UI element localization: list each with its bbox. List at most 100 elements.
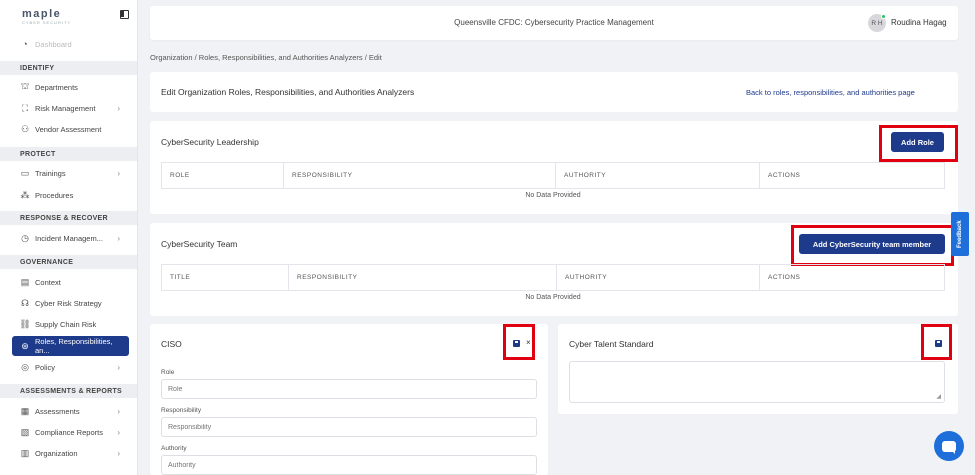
sidebar-item-label: Cyber Risk Strategy <box>35 298 102 308</box>
role-input[interactable] <box>161 379 537 399</box>
sidebar-item-roles[interactable]: ⊛ Roles, Responsibilities, an... <box>12 336 129 356</box>
policy-icon: ◎ <box>21 361 29 372</box>
back-link[interactable]: Back to roles, responsibilities, and aut… <box>746 88 915 97</box>
sidebar-item-label: Departments <box>35 82 78 92</box>
table-header-row: TITLE RESPONSIBILITY AUTHORITY ACTIONS <box>161 264 945 291</box>
document-icon: ▤ <box>20 276 30 287</box>
highlight-box <box>503 324 535 360</box>
sidebar-item-risk-management[interactable]: ⛶ Risk Management › <box>0 98 137 118</box>
risk-icon: ⛶ <box>21 102 29 113</box>
sidebar-item-organization[interactable]: ▥ Organization › <box>0 443 137 463</box>
role-label: Role <box>161 369 175 376</box>
sidebar-item-label: Incident Managem... <box>35 233 103 243</box>
sidebar-item-departments[interactable]: ⛫ Departments <box>0 77 137 97</box>
chevron-right-icon: › <box>117 406 120 416</box>
sidebar-item-label: Supply Chain Risk <box>35 319 97 329</box>
column-header: AUTHORITY <box>556 264 760 291</box>
section-response-recover: RESPONSE & RECOVER <box>0 211 137 225</box>
section-identify: IDENTIFY <box>0 61 137 75</box>
building-icon: ▥ <box>20 447 30 458</box>
sidebar-item-label: Roles, Responsibilities, an... <box>34 337 113 355</box>
empty-state: No Data Provided <box>525 192 581 200</box>
sidebar-item-label: Dashboard <box>35 39 72 49</box>
responsibility-label: Responsibility <box>161 407 202 414</box>
sidebar-item-label: Risk Management <box>35 103 96 113</box>
page-header-card: Edit Organization Roles, Responsibilitie… <box>150 72 958 112</box>
chat-icon <box>942 440 956 454</box>
column-header: ACTIONS <box>759 162 945 189</box>
breadcrumb: Organization / Roles, Responsibilities, … <box>150 53 382 62</box>
ciso-card: CISO × Role Responsibility Authority <box>150 324 548 475</box>
clock-icon: ◷ <box>21 232 29 243</box>
sidebar-item-label: Assessments <box>35 406 80 416</box>
sidebar-item-label: Vendor Assessment <box>35 124 102 134</box>
authority-input[interactable] <box>161 455 537 475</box>
sidebar-item-label: Procedures <box>35 190 74 200</box>
sidebar: maple CYBER SECURITY ◔ Dashboard IDENTIF… <box>0 0 138 475</box>
sidebar-item-label: Context <box>35 277 61 287</box>
sidebar-item-trainings[interactable]: ▭ Trainings › <box>0 163 137 183</box>
section-protect: PROTECT <box>0 147 137 161</box>
table-header-row: ROLE RESPONSIBILITY AUTHORITY ACTIONS <box>161 162 945 189</box>
supply-chain-icon: ⛓ <box>19 318 31 329</box>
assessment-icon: ▦ <box>20 405 30 416</box>
avatar-initials: R H <box>871 19 883 27</box>
page-title: Edit Organization Roles, Responsibilitie… <box>161 87 415 97</box>
leadership-card: CyberSecurity Leadership Add Role ROLE R… <box>150 121 958 214</box>
sidebar-item-incident-management[interactable]: ◷ Incident Managem... › <box>0 228 137 248</box>
sidebar-item-cyber-risk-strategy[interactable]: ☊ Cyber Risk Strategy <box>0 293 137 313</box>
chat-button[interactable] <box>934 431 964 461</box>
training-icon: ▭ <box>20 167 30 178</box>
team-table: TITLE RESPONSIBILITY AUTHORITY ACTIONS N… <box>161 264 945 305</box>
chevron-right-icon: › <box>117 168 120 178</box>
highlight-box <box>879 125 958 162</box>
sidebar-item-label: Policy <box>35 362 56 372</box>
talent-card: Cyber Talent Standard ◢ <box>558 324 958 414</box>
sidebar-item-dashboard[interactable]: ◔ Dashboard <box>0 34 137 54</box>
header: Queensville CFDC: Cybersecurity Practice… <box>150 6 958 40</box>
vendor-icon: ⚇ <box>20 123 30 134</box>
sidebar-item-assessments[interactable]: ▦ Assessments › <box>0 401 137 421</box>
dashboard-icon: ◔ <box>22 39 28 49</box>
column-header: RESPONSIBILITY <box>283 162 556 189</box>
chevron-right-icon: › <box>117 103 120 113</box>
user-name[interactable]: Roudina Hagag <box>891 18 947 27</box>
app-title: Queensville CFDC: Cybersecurity Practice… <box>454 18 654 27</box>
talent-textarea[interactable]: ◢ <box>569 361 945 403</box>
sidebar-item-policy[interactable]: ◎ Policy › <box>0 357 137 377</box>
table-row: No Data Provided <box>162 189 945 203</box>
chevron-right-icon: › <box>117 448 120 458</box>
sidebar-item-compliance-reports[interactable]: ▧ Compliance Reports › <box>0 422 137 442</box>
highlight-box <box>791 225 954 266</box>
sidebar-item-supply-chain-risk[interactable]: ⛓ Supply Chain Risk <box>0 314 137 334</box>
report-icon: ▧ <box>20 426 30 437</box>
authority-label: Authority <box>161 445 187 452</box>
chevron-right-icon: › <box>117 427 120 437</box>
responsibility-input[interactable] <box>161 417 537 437</box>
empty-state: No Data Provided <box>525 294 581 302</box>
column-header: RESPONSIBILITY <box>288 264 557 291</box>
sidebar-item-context[interactable]: ▤ Context <box>0 272 137 292</box>
ciso-title: CISO <box>161 339 182 349</box>
team-title: CyberSecurity Team <box>161 239 238 249</box>
resize-handle-icon[interactable]: ◢ <box>936 393 941 400</box>
online-status-icon <box>881 14 886 19</box>
logo: maple <box>22 8 62 20</box>
sidebar-item-vendor-assessment[interactable]: ⚇ Vendor Assessment <box>0 119 137 139</box>
avatar[interactable]: R H <box>868 14 886 32</box>
sidebar-item-label: Trainings <box>35 168 66 178</box>
sidebar-item-procedures[interactable]: ⁂ Procedures <box>0 185 137 205</box>
leadership-title: CyberSecurity Leadership <box>161 137 259 147</box>
lightbulb-icon: ☊ <box>21 297 29 308</box>
column-header: ACTIONS <box>759 264 945 291</box>
leadership-table: ROLE RESPONSIBILITY AUTHORITY ACTIONS No… <box>161 162 945 203</box>
chevron-right-icon: › <box>117 362 120 372</box>
column-header: TITLE <box>161 264 289 291</box>
team-card: CyberSecurity Team Add CyberSecurity tea… <box>150 223 958 316</box>
column-header: ROLE <box>161 162 284 189</box>
feedback-tab[interactable]: Feedback <box>951 212 969 256</box>
roles-icon: ⊛ <box>21 340 29 351</box>
collapse-sidebar-icon[interactable] <box>120 10 129 19</box>
chevron-right-icon: › <box>117 233 120 243</box>
section-governance: GOVERNANCE <box>0 255 137 269</box>
